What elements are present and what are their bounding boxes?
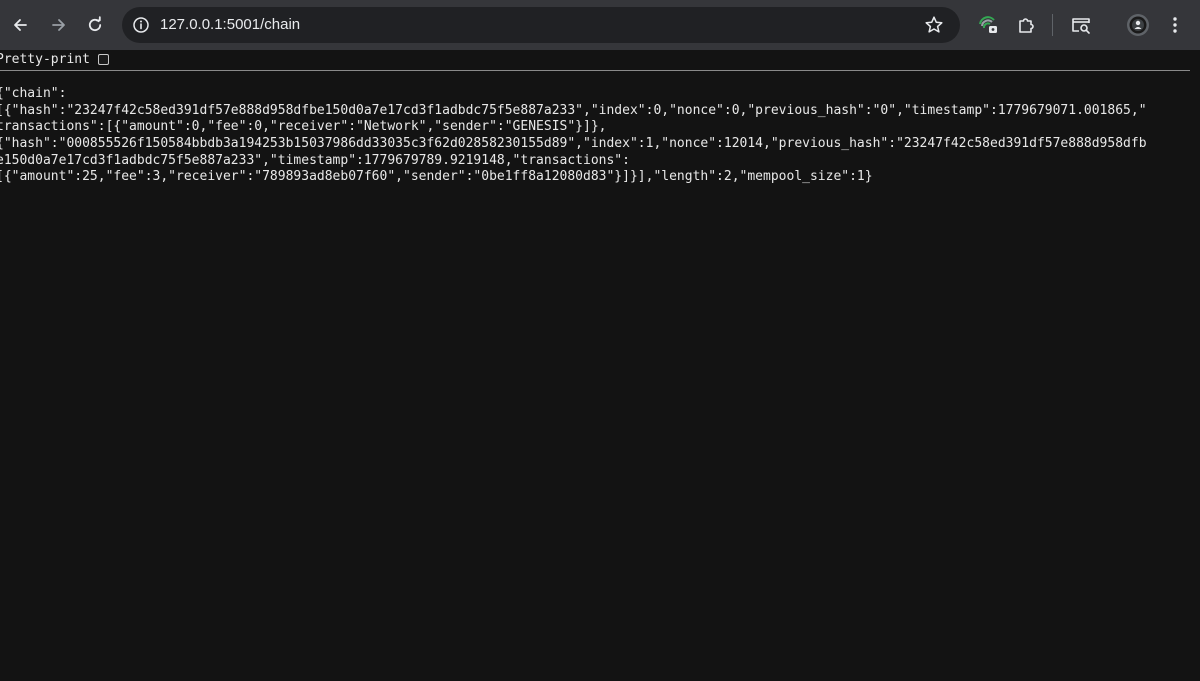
json-line: {"hash":"000855526f150584bbdb3a194253b15… — [0, 136, 1147, 152]
forward-button[interactable] — [44, 10, 74, 40]
pretty-print-checkbox[interactable] — [98, 54, 109, 65]
page-content: Pretty-print {"chain": [{"hash":"23247f42… — [0, 50, 1200, 681]
info-icon[interactable] — [132, 16, 150, 34]
profile-button[interactable] — [1126, 13, 1150, 37]
arrow-right-icon — [52, 19, 65, 31]
page-right-edge — [1190, 50, 1200, 681]
url-text[interactable]: 127.0.0.1:5001/chain — [160, 7, 300, 43]
reload-button[interactable] — [80, 10, 110, 40]
browser-toolbar: 127.0.0.1:5001/chain — [0, 0, 1200, 50]
json-line: [{"amount":25,"fee":3,"receiver":"789893… — [0, 169, 873, 185]
avatar-icon — [1127, 14, 1149, 36]
star-icon[interactable] — [924, 15, 944, 35]
back-button[interactable] — [5, 10, 35, 40]
extension-badge-button[interactable] — [976, 13, 1000, 37]
json-body: {"chain": [{"hash":"23247f42c58ed391df57e… — [0, 86, 1147, 186]
extension-badge-icon — [979, 16, 997, 33]
kebab-menu-icon — [1173, 17, 1177, 33]
toolbar-divider — [1052, 14, 1053, 36]
menu-button[interactable] — [1163, 13, 1187, 37]
address-bar[interactable]: 127.0.0.1:5001/chain — [122, 7, 960, 43]
json-line: {"chain": — [0, 86, 67, 101]
json-line: e150d0a7e17cd3f1adbdc75f5e887a233","time… — [0, 152, 630, 168]
browser-window: 127.0.0.1:5001/chain Pretty-print {"chai… — [0, 0, 1200, 681]
pretty-print-label[interactable]: Pretty-print — [0, 52, 90, 67]
json-line: transactions":[{"amount":0,"fee":0,"rece… — [0, 119, 607, 135]
puzzle-icon — [1019, 18, 1034, 33]
tab-search-icon — [1072, 18, 1090, 34]
extensions-button[interactable] — [1014, 13, 1038, 37]
tab-search-button[interactable] — [1069, 13, 1093, 37]
reload-icon — [88, 16, 102, 32]
pretty-print-bar: Pretty-print — [0, 50, 1200, 71]
arrow-left-icon — [14, 19, 27, 31]
json-line: [{"hash":"23247f42c58ed391df57e888d958df… — [0, 102, 1147, 118]
